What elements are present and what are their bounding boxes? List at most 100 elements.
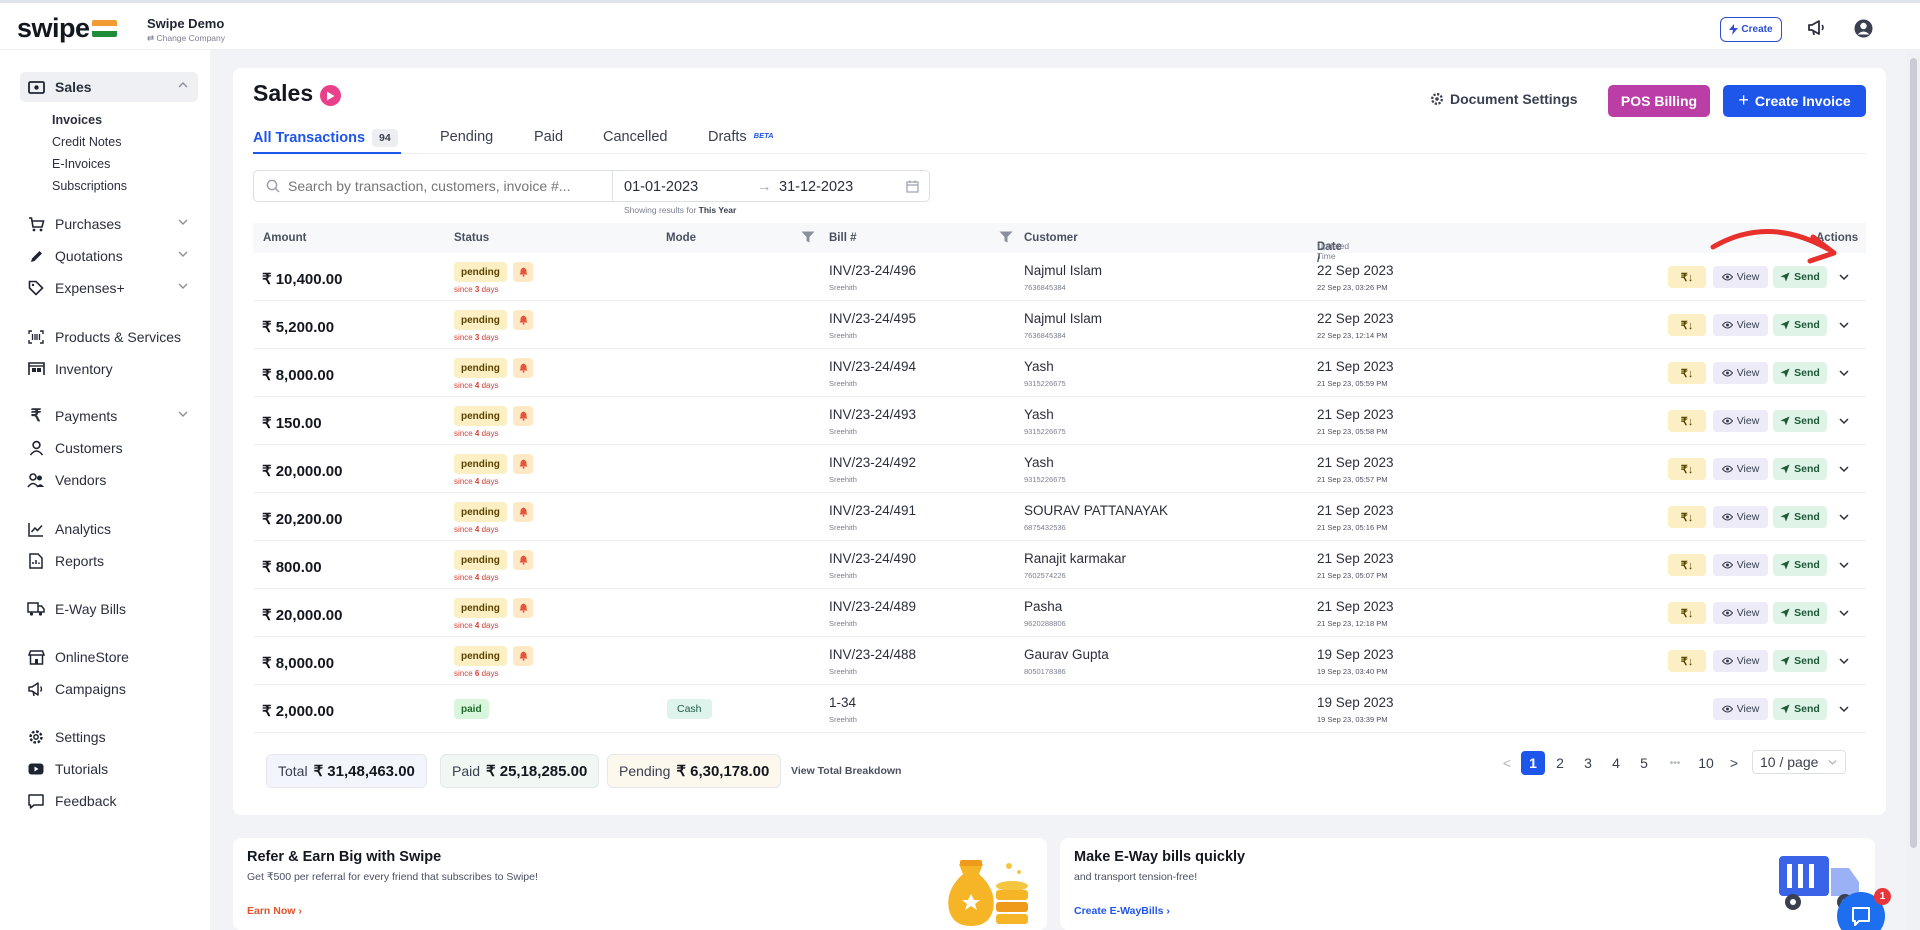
header-bill[interactable]: Bill # [829, 232, 856, 244]
sidebar-item-feedback[interactable]: Feedback [20, 786, 198, 816]
record-payment-button[interactable]: ₹↓ [1668, 314, 1706, 336]
page-5-button[interactable]: 5 [1634, 751, 1654, 775]
customer-name[interactable]: Najmul Islam [1024, 311, 1102, 326]
reminder-bell-icon[interactable] [513, 262, 533, 282]
page-size-select[interactable]: 10 / page [1752, 750, 1846, 774]
tab-paid[interactable]: Paid [534, 129, 563, 145]
create-invoice-button[interactable]: + Create Invoice [1723, 85, 1866, 117]
sidebar-item-quotations[interactable]: Quotations [20, 241, 198, 271]
chevron-down-icon[interactable] [1837, 366, 1851, 380]
view-button[interactable]: View [1713, 506, 1768, 528]
record-payment-button[interactable]: ₹↓ [1668, 650, 1706, 672]
table-row[interactable]: ₹ 10,400.00 pending since 3 days INV/23-24/… [253, 253, 1866, 301]
record-payment-button[interactable]: ₹↓ [1668, 266, 1706, 288]
reminder-bell-icon[interactable] [513, 598, 533, 618]
send-button[interactable]: Send [1773, 314, 1827, 336]
view-button[interactable]: View [1713, 698, 1768, 720]
page-scrollbar[interactable] [1907, 50, 1920, 930]
send-button[interactable]: Send [1773, 506, 1827, 528]
sidebar-item-inventory[interactable]: Inventory [20, 354, 198, 384]
send-button[interactable]: Send [1773, 650, 1827, 672]
table-row[interactable]: ₹ 150.00 pending since 4 days INV/23-24/493… [253, 397, 1866, 445]
view-total-breakdown-link[interactable]: View Total Breakdown [791, 765, 901, 777]
sidebar-item-customers[interactable]: Customers [20, 433, 198, 463]
swipe-logo[interactable]: swipe [17, 15, 90, 42]
earn-now-link[interactable]: Earn Now › [247, 905, 302, 917]
date-to[interactable]: 31-12-2023 [779, 179, 853, 195]
date-range-picker[interactable]: 01-01-2023 → 31-12-2023 [612, 170, 930, 202]
reminder-bell-icon[interactable] [513, 310, 533, 330]
page-3-button[interactable]: 3 [1578, 751, 1598, 775]
create-eway-link[interactable]: Create E-WayBills › [1074, 905, 1170, 917]
view-button[interactable]: View [1713, 554, 1768, 576]
sidebar-item-onlinestore[interactable]: OnlineStore [20, 642, 198, 672]
sidebar-item-analytics[interactable]: Analytics [20, 514, 198, 544]
table-row[interactable]: ₹ 5,200.00 pending since 3 days INV/23-24/4… [253, 301, 1866, 349]
page-2-button[interactable]: 2 [1550, 751, 1570, 775]
tab-drafts[interactable]: Drafts BETA [708, 129, 774, 145]
bill-number[interactable]: INV/23-24/493 [829, 407, 916, 422]
sidebar-item-campaigns[interactable]: Campaigns [20, 674, 198, 704]
date-from[interactable]: 01-01-2023 [624, 179, 698, 195]
company-switcher[interactable]: Swipe Demo ⇄ Change Company [147, 16, 225, 44]
table-row[interactable]: ₹ 800.00 pending since 4 days INV/23-24/490… [253, 541, 1866, 589]
sidebar-item-vendors[interactable]: Vendors [20, 465, 198, 495]
sidebar-item-e-invoices[interactable]: E-Invoices [52, 157, 110, 171]
sidebar-item-eway-bills[interactable]: E-Way Bills [20, 594, 198, 624]
bill-number[interactable]: INV/23-24/494 [829, 359, 916, 374]
customer-name[interactable]: Ranajit karmakar [1024, 551, 1126, 566]
reminder-bell-icon[interactable] [513, 406, 533, 426]
send-button[interactable]: Send [1773, 410, 1827, 432]
page-4-button[interactable]: 4 [1606, 751, 1626, 775]
view-button[interactable]: View [1713, 650, 1768, 672]
search-box[interactable] [253, 170, 613, 202]
table-row[interactable]: ₹ 20,000.00 pending since 4 days INV/23-24/… [253, 445, 1866, 493]
chevron-down-icon[interactable] [1837, 318, 1851, 332]
more-pages-button[interactable]: ••• [1663, 751, 1687, 775]
megaphone-icon[interactable] [1806, 17, 1828, 39]
customer-name[interactable]: Gaurav Gupta [1024, 647, 1109, 662]
view-button[interactable]: View [1713, 410, 1768, 432]
tab-pending[interactable]: Pending [440, 129, 493, 145]
send-button[interactable]: Send [1773, 458, 1827, 480]
customer-name[interactable]: Yash [1024, 359, 1054, 374]
bill-number[interactable]: INV/23-24/488 [829, 647, 916, 662]
tab-cancelled[interactable]: Cancelled [603, 129, 668, 145]
sidebar-item-tutorials[interactable]: Tutorials [20, 754, 198, 784]
pos-billing-button[interactable]: POS Billing [1608, 85, 1710, 117]
next-page-button[interactable]: > [1727, 751, 1741, 775]
record-payment-button[interactable]: ₹↓ [1668, 602, 1706, 624]
sidebar-scrollbar[interactable] [211, 50, 218, 930]
record-payment-button[interactable]: ₹↓ [1668, 410, 1706, 432]
page-scrollbar-thumb[interactable] [1910, 58, 1917, 848]
chevron-down-icon[interactable] [1837, 510, 1851, 524]
customer-name[interactable]: SOURAV PATTANAYAK [1024, 503, 1168, 518]
bill-number[interactable]: INV/23-24/496 [829, 263, 916, 278]
bill-number[interactable]: INV/23-24/492 [829, 455, 916, 470]
sidebar-item-expenses[interactable]: Expenses+ [20, 273, 198, 303]
chevron-down-icon[interactable] [1837, 702, 1851, 716]
customer-name[interactable]: Yash [1024, 455, 1054, 470]
record-payment-button[interactable]: ₹↓ [1668, 506, 1706, 528]
record-payment-button[interactable]: ₹↓ [1668, 554, 1706, 576]
sidebar-item-reports[interactable]: Reports [20, 546, 198, 576]
page-1-button[interactable]: 1 [1521, 751, 1545, 775]
view-button[interactable]: View [1713, 362, 1768, 384]
table-row[interactable]: ₹ 20,000.00 pending since 4 days INV/23-24/… [253, 589, 1866, 637]
sidebar-item-settings[interactable]: Settings [20, 722, 198, 752]
filter-funnel-icon[interactable] [801, 231, 815, 243]
customer-name[interactable]: Najmul Islam [1024, 263, 1102, 278]
sidebar-item-sales[interactable]: Sales [20, 72, 198, 102]
sidebar-item-invoices[interactable]: Invoices [52, 113, 102, 127]
send-button[interactable]: Send [1773, 362, 1827, 384]
header-customer[interactable]: Customer [1024, 232, 1078, 244]
prev-page-button[interactable]: < [1500, 751, 1514, 775]
table-row[interactable]: ₹ 8,000.00 pending since 4 days INV/23-24/4… [253, 349, 1866, 397]
user-profile-icon[interactable] [1852, 17, 1874, 39]
table-row[interactable]: ₹ 8,000.00 pending since 6 days INV/23-24/4… [253, 637, 1866, 685]
chevron-down-icon[interactable] [1837, 606, 1851, 620]
chevron-down-icon[interactable] [1837, 654, 1851, 668]
sidebar-item-credit-notes[interactable]: Credit Notes [52, 135, 121, 149]
send-button[interactable]: Send [1773, 602, 1827, 624]
chevron-down-icon[interactable] [1837, 558, 1851, 572]
